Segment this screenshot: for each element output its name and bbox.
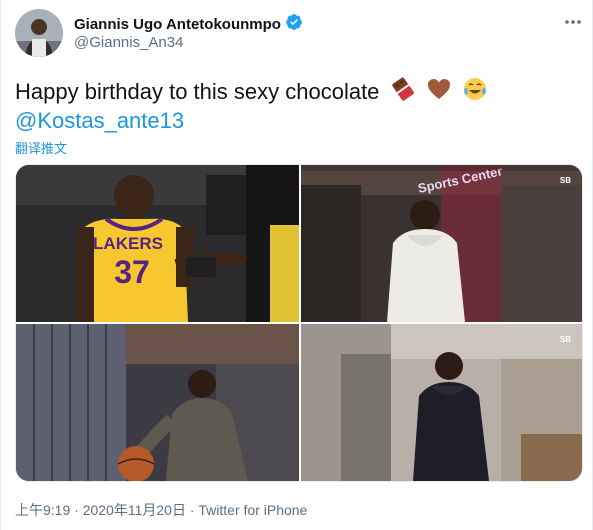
- jersey-number: 37: [114, 254, 150, 290]
- tweet-text-body: Happy birthday to this sexy chocolate: [15, 78, 380, 104]
- mention-link[interactable]: @Kostas_ante13: [15, 106, 184, 136]
- photo-black-hoodie[interactable]: SB: [301, 324, 582, 481]
- tears-of-joy-emoji: [462, 76, 488, 110]
- brown-heart-emoji: [426, 76, 452, 110]
- photo-lockers-basketball[interactable]: [16, 324, 299, 481]
- name-row: Giannis Ugo Antetokounmpo: [74, 13, 303, 36]
- display-name[interactable]: Giannis Ugo Antetokounmpo: [74, 16, 281, 33]
- footer-separator: ·: [74, 502, 79, 518]
- media-grid: LAKERS 37 Sports Center SB SB: [15, 164, 583, 482]
- photo-lakers-37[interactable]: LAKERS 37: [16, 165, 299, 322]
- tweet-date[interactable]: 2020年11月20日: [83, 502, 186, 518]
- user-handle[interactable]: @Giannis_An34: [74, 34, 183, 51]
- avatar[interactable]: [15, 9, 63, 57]
- verified-badge-icon: [285, 13, 303, 36]
- tweet-time[interactable]: 上午9:19: [15, 502, 70, 518]
- tweet-text: Happy birthday to this sexy chocolate: [15, 76, 488, 110]
- photo-white-hoodie[interactable]: Sports Center SB: [301, 165, 582, 322]
- tweet-card: Giannis Ugo Antetokounmpo @Giannis_An34 …: [0, 0, 593, 530]
- tweet-source[interactable]: Twitter for iPhone: [198, 502, 307, 518]
- corner-logo-2: SB: [560, 335, 571, 344]
- corner-logo: SB: [560, 176, 571, 185]
- footer-separator-2: ·: [189, 502, 195, 518]
- translate-tweet-link[interactable]: 翻译推文: [15, 138, 67, 157]
- tweet-footer: 上午9:19 · 2020年11月20日 · Twitter for iPhon…: [15, 500, 307, 520]
- more-options-icon[interactable]: [563, 12, 583, 32]
- chocolate-bar-emoji: [390, 76, 416, 110]
- jersey-text: LAKERS: [93, 234, 163, 253]
